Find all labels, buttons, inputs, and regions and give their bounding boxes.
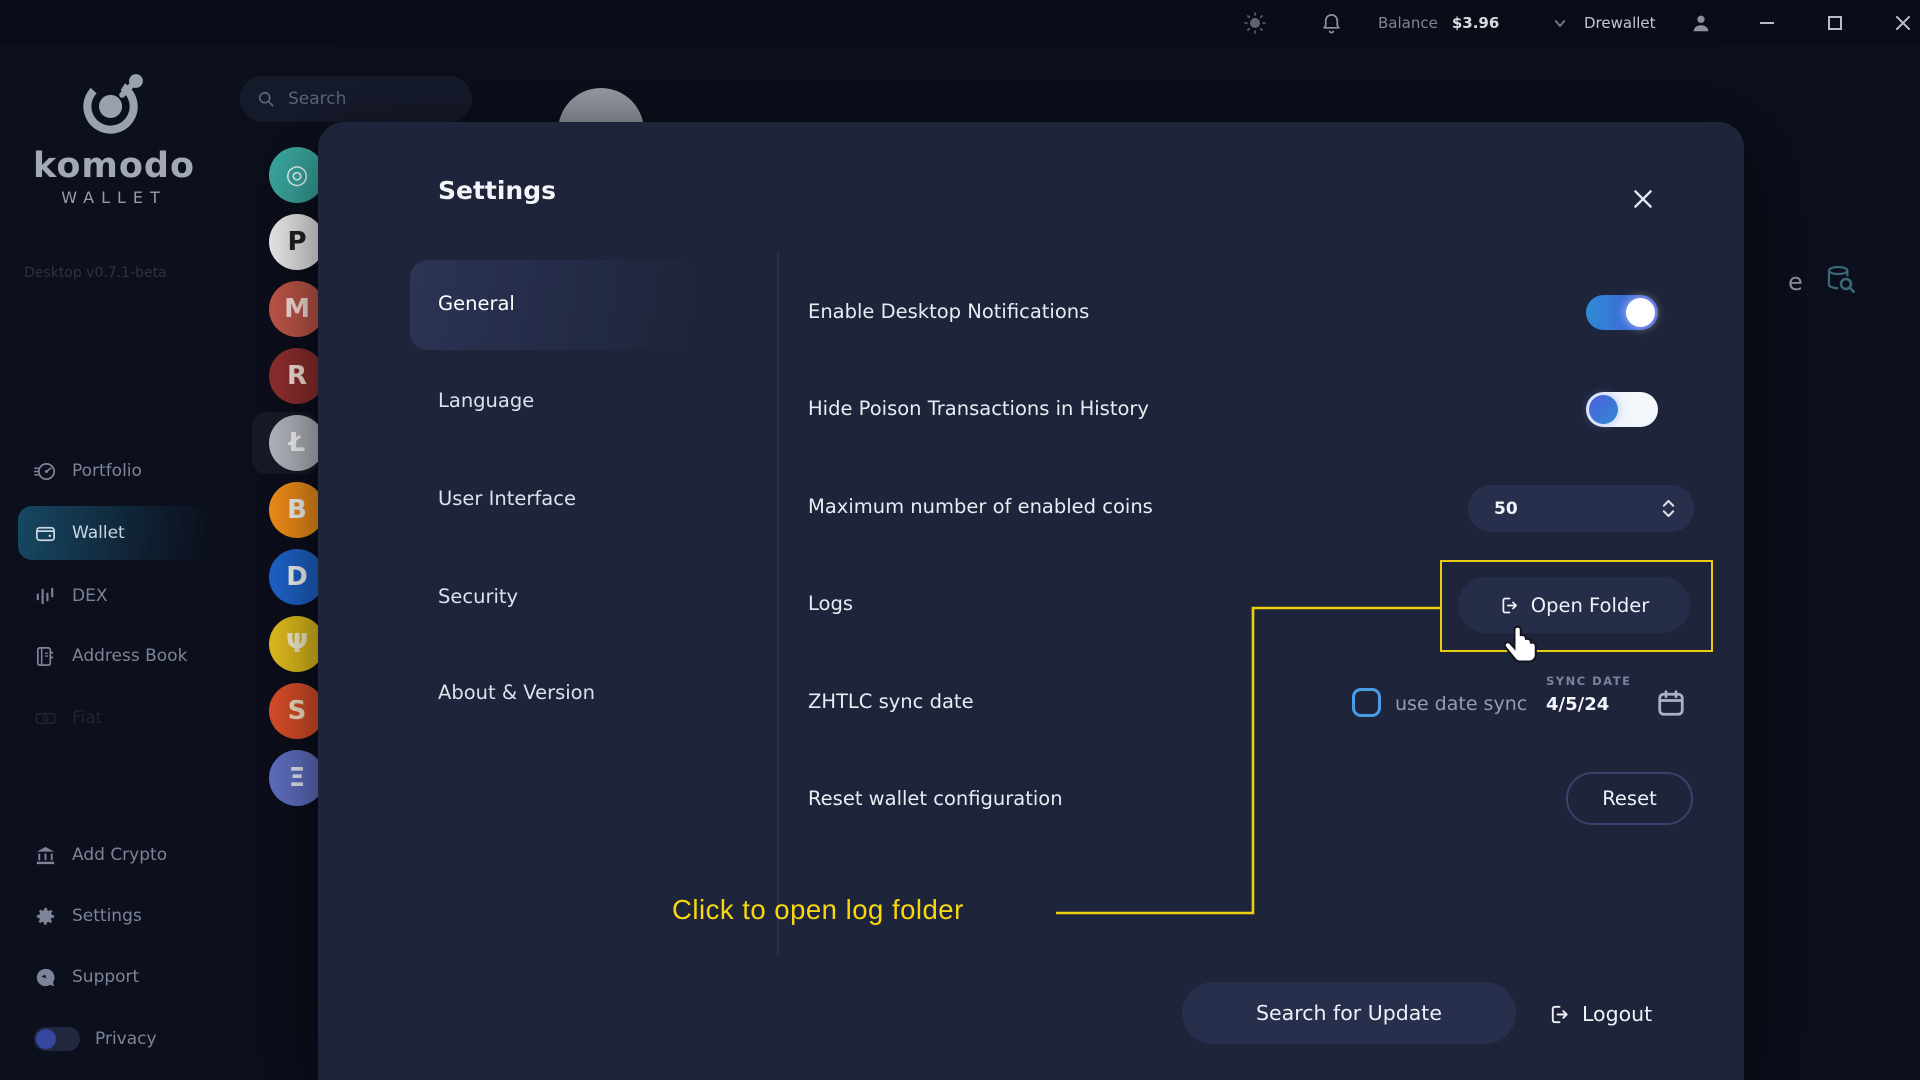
privacy-toggle[interactable] bbox=[34, 1027, 80, 1051]
coin-search[interactable] bbox=[240, 76, 472, 122]
setting-label-logs: Logs bbox=[808, 592, 853, 615]
tabs-divider bbox=[777, 252, 779, 954]
coin-shiba[interactable]: S bbox=[269, 683, 325, 739]
calendar-icon[interactable] bbox=[1656, 688, 1686, 722]
setting-label-notifications: Enable Desktop Notifications bbox=[808, 300, 1090, 323]
theme-sun-icon[interactable] bbox=[1243, 0, 1267, 46]
setting-label-hide-poison: Hide Poison Transactions in History bbox=[808, 397, 1149, 420]
tab-language[interactable]: Language bbox=[438, 389, 534, 412]
coin-meme-red[interactable]: M bbox=[269, 281, 325, 337]
sidebar-item-fiat[interactable]: Fiat bbox=[18, 691, 210, 745]
sidebar-item-label: Add Crypto bbox=[72, 845, 168, 865]
address-book-icon bbox=[36, 646, 54, 666]
use-date-sync-checkbox[interactable] bbox=[1352, 688, 1381, 717]
account-person-icon[interactable] bbox=[1690, 0, 1712, 46]
logout-icon bbox=[1551, 1005, 1568, 1023]
tab-general[interactable]: General bbox=[438, 292, 515, 315]
sidebar-item-label: Settings bbox=[72, 906, 142, 926]
search-icon bbox=[258, 91, 274, 107]
account-dropdown-caret-icon[interactable] bbox=[1554, 0, 1566, 46]
sidebar-item-label: Portfolio bbox=[72, 461, 142, 481]
support-chat-icon bbox=[36, 968, 55, 986]
sync-date-caption: SYNC DATE bbox=[1546, 674, 1632, 688]
balance-value: $3.96 bbox=[1451, 14, 1500, 32]
open-folder-label: Open Folder bbox=[1530, 593, 1650, 617]
window-close-button[interactable] bbox=[1894, 0, 1912, 46]
search-input[interactable] bbox=[288, 89, 438, 109]
coin-bitcoin[interactable]: B bbox=[269, 482, 325, 538]
sidebar-item-label: Address Book bbox=[72, 646, 188, 666]
open-folder-button[interactable]: Open Folder bbox=[1458, 577, 1690, 633]
search-for-update-button[interactable]: Search for Update bbox=[1182, 982, 1516, 1044]
sidebar: komodo WALLET Desktop v0.7.1-beta Portfo… bbox=[0, 46, 230, 1080]
coin-psi-coin[interactable]: Ψ bbox=[269, 616, 325, 672]
coin-panda[interactable]: P bbox=[269, 214, 325, 270]
sidebar-item-settings[interactable]: Settings bbox=[18, 889, 210, 943]
sidebar-item-label: Support bbox=[72, 967, 140, 987]
coin-digibyte[interactable]: D bbox=[269, 549, 325, 605]
wallet-icon bbox=[36, 526, 55, 541]
app-version: Desktop v0.7.1-beta bbox=[24, 265, 167, 281]
coin-meme-dark[interactable]: R bbox=[269, 348, 325, 404]
sync-date-value: 4/5/24 bbox=[1546, 694, 1610, 715]
privacy-toggle-knob bbox=[36, 1029, 56, 1049]
coin-komodo[interactable]: ◎ bbox=[269, 147, 325, 203]
brand-subtitle: WALLET bbox=[61, 188, 167, 207]
sidebar-item-label: Fiat bbox=[72, 708, 103, 728]
dex-candles-icon bbox=[36, 587, 54, 604]
reset-button[interactable]: Reset bbox=[1566, 772, 1693, 825]
sidebar-item-add-crypto[interactable]: Add Crypto bbox=[18, 828, 210, 882]
setting-label-reset-wallet: Reset wallet configuration bbox=[808, 787, 1063, 810]
balance-label: Balance bbox=[1378, 14, 1438, 32]
toggle-knob bbox=[1626, 298, 1655, 327]
setting-label-max-coins: Maximum number of enabled coins bbox=[808, 495, 1153, 518]
sidebar-item-support[interactable]: Support bbox=[18, 950, 210, 1004]
coin-ethereum[interactable]: Ξ bbox=[269, 750, 325, 806]
sidebar-item-address-book[interactable]: Address Book bbox=[18, 629, 210, 683]
sidebar-item-wallet[interactable]: Wallet bbox=[18, 506, 210, 560]
sidebar-item-label: DEX bbox=[72, 586, 108, 606]
notifications-toggle[interactable] bbox=[1586, 295, 1658, 330]
komodo-logo-icon bbox=[83, 74, 143, 134]
fiat-banknote-icon bbox=[35, 712, 56, 724]
block-explorer-icon bbox=[1824, 262, 1858, 300]
brand-name: komodo bbox=[33, 146, 195, 186]
komodo-brand: komodo WALLET bbox=[0, 66, 228, 207]
use-date-sync-label: use date sync bbox=[1395, 693, 1528, 715]
logout-button[interactable]: Logout bbox=[1548, 996, 1652, 1032]
toggle-knob bbox=[1589, 395, 1618, 424]
sidebar-item-label: Privacy bbox=[95, 1029, 157, 1049]
stepper-value: 50 bbox=[1494, 498, 1518, 519]
gear-icon bbox=[36, 907, 55, 925]
notifications-bell-icon[interactable] bbox=[1320, 0, 1343, 46]
tab-about-version[interactable]: About & Version bbox=[438, 681, 595, 704]
update-label: Search for Update bbox=[1256, 1001, 1442, 1025]
stepper-chevrons-icon[interactable] bbox=[1661, 498, 1676, 523]
account-name[interactable]: Drewallet bbox=[1584, 0, 1656, 46]
coin-litecoin[interactable]: Ł bbox=[269, 415, 325, 471]
modal-title: Settings bbox=[438, 176, 557, 205]
sidebar-item-label: Wallet bbox=[72, 523, 125, 543]
reset-label: Reset bbox=[1602, 787, 1657, 810]
titlebar: Balance $3.96 Drewallet bbox=[0, 0, 1920, 46]
sidebar-item-dex[interactable]: DEX bbox=[18, 569, 210, 623]
tab-user-interface[interactable]: User Interface bbox=[438, 487, 576, 510]
hide-poison-toggle[interactable] bbox=[1586, 392, 1658, 427]
logout-label: Logout bbox=[1582, 1002, 1653, 1026]
sidebar-item-portfolio[interactable]: Portfolio bbox=[18, 444, 210, 498]
bank-icon bbox=[36, 846, 55, 864]
setting-label-zhtlc-sync: ZHTLC sync date bbox=[808, 690, 974, 713]
background-partial-text: e bbox=[1788, 268, 1803, 296]
settings-modal: Settings General Language User Interface… bbox=[318, 122, 1744, 1080]
open-folder-export-icon bbox=[1502, 597, 1517, 613]
window-minimize-button[interactable] bbox=[1758, 0, 1776, 46]
sidebar-item-privacy[interactable]: Privacy bbox=[18, 1012, 210, 1066]
portfolio-speedometer-icon bbox=[34, 462, 55, 480]
max-coins-stepper[interactable]: 50 bbox=[1468, 485, 1694, 532]
window-maximize-button[interactable] bbox=[1826, 0, 1844, 46]
tab-security[interactable]: Security bbox=[438, 585, 518, 608]
modal-close-icon[interactable] bbox=[1630, 186, 1656, 216]
coin-list: ◎ P M R Ł B D Ψ S Ξ bbox=[269, 147, 325, 817]
